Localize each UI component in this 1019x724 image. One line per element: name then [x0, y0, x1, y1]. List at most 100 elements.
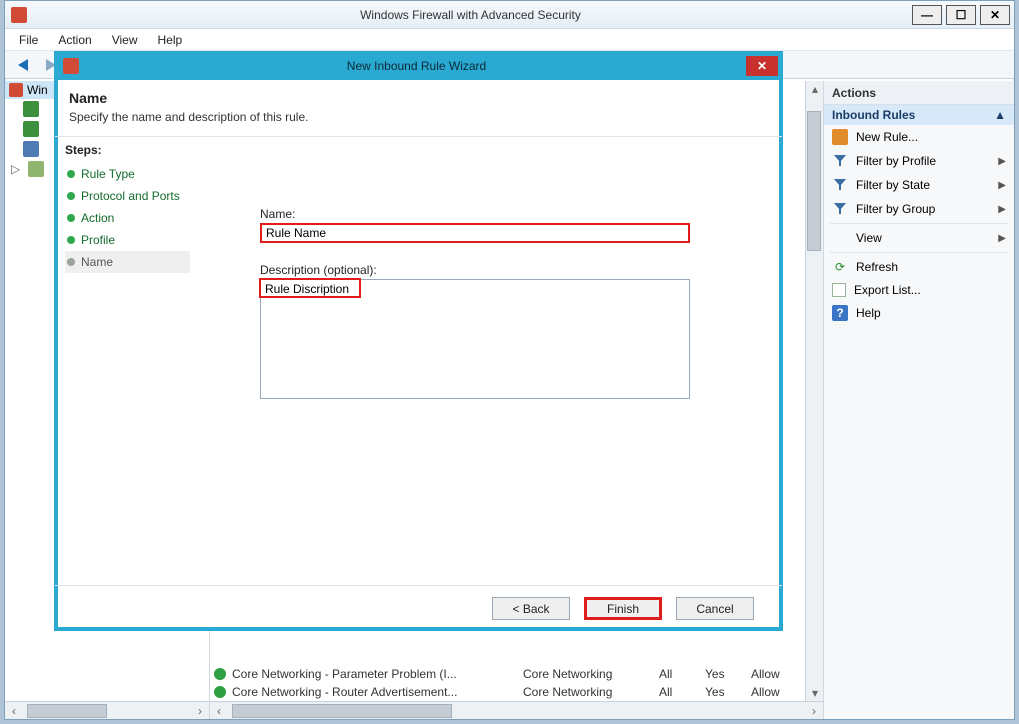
wizard-title: New Inbound Rule Wizard: [87, 59, 746, 73]
finish-button[interactable]: Finish: [584, 597, 662, 620]
step-label: Rule Type: [81, 167, 135, 181]
action-filter-group[interactable]: Filter by Group ▶: [824, 197, 1014, 221]
actions-section[interactable]: Inbound Rules ▲: [824, 105, 1014, 125]
list-vscroll[interactable]: ▴ ▾: [805, 81, 823, 701]
actions-section-label: Inbound Rules: [832, 108, 915, 122]
scroll-right-button[interactable]: ›: [805, 703, 823, 719]
firewall-icon: [11, 7, 27, 23]
cell-action: Allow: [751, 685, 801, 699]
cell-group: Core Networking: [523, 667, 653, 681]
rule-description-input[interactable]: [260, 279, 690, 399]
scroll-thumb[interactable]: [27, 704, 107, 718]
action-label: New Rule...: [856, 130, 918, 144]
step-label: Name: [81, 255, 113, 269]
step-profile[interactable]: Profile: [65, 229, 190, 251]
desc-label: Description (optional):: [260, 263, 742, 277]
list-hscroll[interactable]: ‹ ›: [210, 701, 823, 719]
chevron-right-icon: ▶: [998, 180, 1006, 191]
minimize-button[interactable]: —: [912, 5, 942, 25]
rule-name-input[interactable]: [260, 223, 690, 243]
scroll-left-button[interactable]: ‹: [210, 703, 228, 719]
step-dot-icon: [67, 170, 75, 178]
action-view[interactable]: View ▶: [824, 226, 1014, 250]
collapse-icon: ▲: [994, 108, 1006, 122]
step-dot-icon: [67, 236, 75, 244]
cell-name: Core Networking - Parameter Problem (I..…: [232, 667, 517, 681]
scroll-right-button[interactable]: ›: [191, 703, 209, 719]
wizard-body: Steps: Rule Type Protocol and Ports Acti…: [55, 137, 782, 585]
back-button[interactable]: < Back: [492, 597, 570, 620]
blank-icon: [832, 230, 848, 246]
cell-profile: All: [659, 667, 699, 681]
chevron-right-icon: ▶: [998, 156, 1006, 167]
action-export[interactable]: Export List...: [824, 279, 1014, 301]
action-label: Filter by State: [856, 178, 930, 192]
tree-hscroll[interactable]: ‹ ›: [5, 701, 209, 719]
monitor-icon: [28, 161, 44, 177]
table-row[interactable]: Core Networking - Parameter Problem (I..…: [210, 665, 805, 683]
cell-enabled: Yes: [705, 685, 745, 699]
table-row[interactable]: Core Networking - Router Advertisement..…: [210, 683, 805, 701]
menubar: File Action View Help: [5, 29, 1014, 51]
step-rule-type[interactable]: Rule Type: [65, 163, 190, 185]
step-label: Profile: [81, 233, 115, 247]
action-label: View: [856, 231, 882, 245]
close-button[interactable]: ✕: [980, 5, 1010, 25]
security-icon: [23, 141, 39, 157]
chevron-right-icon: ▶: [998, 204, 1006, 215]
wizard-titlebar: New Inbound Rule Wizard ✕: [55, 52, 782, 80]
action-label: Export List...: [854, 283, 921, 297]
vscroll-thumb[interactable]: [807, 111, 821, 251]
action-label: Help: [856, 306, 881, 320]
action-new-rule[interactable]: New Rule...: [824, 125, 1014, 149]
filter-icon: [832, 201, 848, 217]
wizard-steps: Steps: Rule Type Protocol and Ports Acti…: [55, 137, 200, 585]
name-label: Name:: [260, 207, 742, 221]
step-action[interactable]: Action: [65, 207, 190, 229]
action-filter-profile[interactable]: Filter by Profile ▶: [824, 149, 1014, 173]
tree-root-label: Win: [27, 83, 48, 97]
scroll-left-button[interactable]: ‹: [5, 703, 23, 719]
action-label: Filter by Group: [856, 202, 935, 216]
menu-help[interactable]: Help: [148, 31, 193, 49]
cell-group: Core Networking: [523, 685, 653, 699]
arrow-left-icon: [18, 59, 28, 71]
scroll-up-button[interactable]: ▴: [806, 81, 824, 97]
step-name[interactable]: Name: [65, 251, 190, 273]
wizard-close-button[interactable]: ✕: [746, 56, 778, 76]
shield-icon: [9, 83, 23, 97]
hscroll-thumb[interactable]: [232, 704, 452, 718]
menu-view[interactable]: View: [102, 31, 148, 49]
step-protocol[interactable]: Protocol and Ports: [65, 185, 190, 207]
window-title: Windows Firewall with Advanced Security: [33, 8, 908, 22]
export-icon: [832, 283, 846, 297]
action-help[interactable]: ? Help: [824, 301, 1014, 325]
titlebar: Windows Firewall with Advanced Security …: [5, 1, 1014, 29]
nav-back-button[interactable]: [11, 54, 35, 76]
actions-pane: Actions Inbound Rules ▲ New Rule... Filt…: [824, 81, 1014, 719]
filter-icon: [832, 153, 848, 169]
actions-separator: [830, 252, 1008, 253]
cancel-button[interactable]: Cancel: [676, 597, 754, 620]
wizard-form: Name: Description (optional):: [200, 137, 782, 585]
step-dot-icon: [67, 192, 75, 200]
scroll-down-button[interactable]: ▾: [806, 685, 824, 701]
refresh-icon: ⟳: [832, 259, 848, 275]
chevron-right-icon: ▶: [998, 233, 1006, 244]
step-dot-icon: [67, 258, 75, 266]
wizard-heading: Name: [69, 90, 768, 106]
shield-icon: [63, 58, 79, 74]
rule-icon: [23, 101, 39, 117]
maximize-button[interactable]: ☐: [946, 5, 976, 25]
steps-label: Steps:: [65, 143, 190, 157]
action-refresh[interactable]: ⟳ Refresh: [824, 255, 1014, 279]
step-dot-icon: [67, 214, 75, 222]
action-filter-state[interactable]: Filter by State ▶: [824, 173, 1014, 197]
menu-action[interactable]: Action: [48, 31, 101, 49]
action-label: Filter by Profile: [856, 154, 936, 168]
filter-icon: [832, 177, 848, 193]
enabled-icon: [214, 668, 226, 680]
menu-file[interactable]: File: [9, 31, 48, 49]
cell-enabled: Yes: [705, 667, 745, 681]
step-label: Action: [81, 211, 114, 225]
